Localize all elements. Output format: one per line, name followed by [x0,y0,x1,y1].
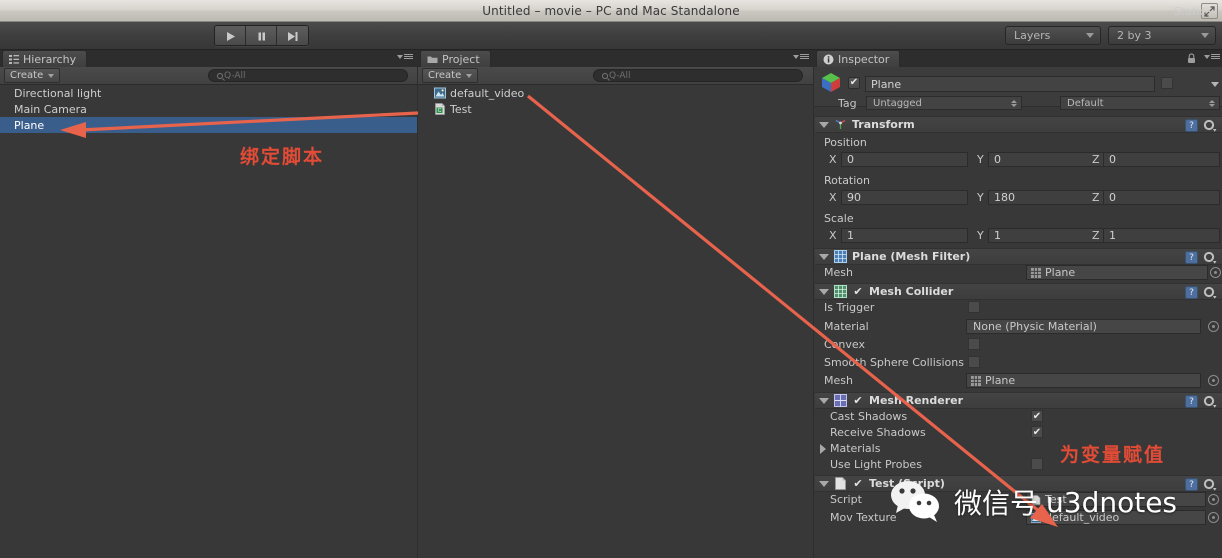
project-menu-icon[interactable] [800,54,809,59]
hierarchy-toolbar: Create Q-All [0,67,417,85]
project-item-label: default_video [450,86,525,100]
info-icon [823,54,834,64]
hierarchy-menu-icon[interactable] [404,54,413,59]
unity-editor-window: Untitled – movie – PC and Mac Standalone… [0,0,1222,558]
tab-project-label: Project [442,52,480,66]
layout-dropdown-label: 2 by 3 [1117,29,1152,42]
annotation-bind-script: 绑定脚本 [240,146,325,168]
annotation-assign-variable: 为变量赋值 [1060,444,1166,466]
pause-icon[interactable] [246,26,277,45]
hierarchy-search-input[interactable]: Q-All [208,69,408,82]
inspector-tabbar: Inspector [814,50,1222,67]
hierarchy-create-label: Create [10,70,44,81]
play-icon[interactable] [215,26,246,45]
tab-inspector-label: Inspector [838,52,890,66]
project-create-button[interactable]: Create [422,68,479,83]
tab-hierarchy-label: Hierarchy [23,52,77,66]
hierarchy-item-main-camera[interactable]: Main Camera [0,101,417,117]
wechat-icon [891,481,939,522]
layers-dropdown[interactable]: Layers [1005,26,1101,45]
svg-text:C: C [438,108,442,114]
search-icon [602,72,608,79]
project-item-default-video[interactable]: default_video [418,85,813,101]
chevron-down-icon [466,73,473,78]
layers-dropdown-label: Layers [1014,29,1051,42]
tab-inspector[interactable]: Inspector [816,50,901,67]
inspector-menu-icon[interactable] [1211,54,1220,59]
texture-asset-icon [434,87,446,99]
hierarchy-item-label: Plane [14,118,45,132]
project-item-test[interactable]: C Test [418,101,813,117]
hierarchy-tabbar: Hierarchy [0,50,417,67]
chevron-down-icon [1201,33,1209,38]
hierarchy-item-label: Directional light [14,86,102,100]
project-create-label: Create [428,70,462,81]
restore-window-icon[interactable] [1201,3,1218,19]
project-panel: Project Create Q-All default_video C Tes… [418,50,813,558]
hierarchy-search-text: Q-All [224,70,246,81]
folder-icon [427,56,438,63]
search-icon [217,72,223,79]
layout-dropdown[interactable]: 2 by 3 [1108,26,1216,45]
project-toolbar: Create Q-All [418,67,813,85]
script-asset-icon: C [435,103,445,115]
tab-project[interactable]: Project [420,50,491,67]
inspector-object-header [814,67,1222,107]
playback-controls [214,25,309,46]
project-search-input[interactable]: Q-All [593,69,803,82]
main-toolbar: Layers 2 by 3 [0,22,1222,50]
chevron-down-icon [48,73,55,78]
project-list: default_video C Test [418,85,813,558]
watermark: 微信号 u3dnotes [888,478,1177,526]
hierarchy-item-directional-light[interactable]: Directional light [0,85,417,101]
hierarchy-create-button[interactable]: Create [4,68,61,83]
lock-icon[interactable] [1187,53,1196,64]
project-item-label: Test [450,102,472,116]
hierarchy-panel: Hierarchy Create Q-All Directional light… [0,50,417,558]
window-titlebar: Untitled – movie – PC and Mac Standalone [0,0,1222,22]
watermark-prefix: 微信号 [954,487,1039,520]
hierarchy-item-label: Main Camera [14,102,87,116]
project-search-text: Q-All [609,70,631,81]
hierarchy-list: Directional light Main Camera Plane [0,85,417,558]
chevron-down-icon [1086,33,1094,38]
hierarchy-icon [9,54,19,64]
hierarchy-item-plane[interactable]: Plane [0,117,417,133]
project-menu-dot-icon [793,55,799,59]
inspector-menu-dot-icon [1204,55,1210,59]
window-title: Untitled – movie – PC and Mac Standalone [482,3,740,18]
step-forward-icon[interactable] [277,26,308,45]
hierarchy-menu-dot-icon [397,55,403,59]
tab-hierarchy[interactable]: Hierarchy [2,50,88,67]
gameobject-icon [822,73,840,92]
watermark-handle: u3dnotes [1046,485,1178,519]
project-tabbar: Project [418,50,813,67]
